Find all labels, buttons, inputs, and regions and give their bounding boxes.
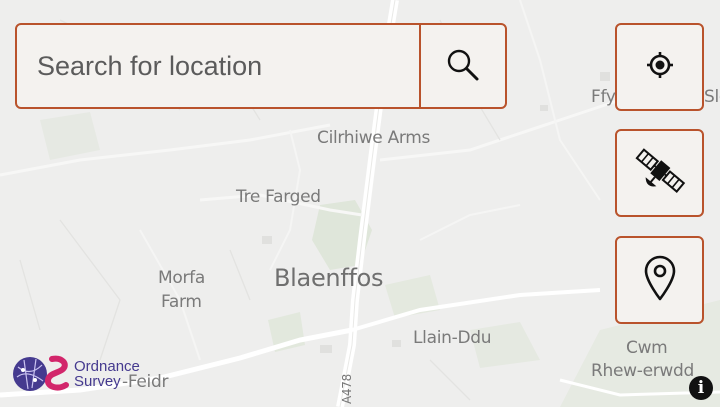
search-icon xyxy=(446,48,480,85)
search-input[interactable] xyxy=(17,25,419,107)
place-label: Rhew-erwdd xyxy=(591,361,695,381)
logo-text-survey: Survey xyxy=(74,373,121,390)
place-label: Tre Farged xyxy=(236,187,321,207)
info-button[interactable]: i xyxy=(689,376,713,400)
place-label: Farm xyxy=(161,292,202,312)
locate-icon xyxy=(645,50,675,84)
search-bar xyxy=(15,23,507,109)
place-label: Cwm xyxy=(626,338,668,358)
satellite-view-button[interactable] xyxy=(615,129,704,217)
road-label: A478 xyxy=(340,374,354,404)
search-button[interactable] xyxy=(419,25,505,107)
place-label: Sle xyxy=(704,87,720,107)
place-label: Cilrhiwe Arms xyxy=(317,128,431,148)
logo-text-ordnance: Ordnance xyxy=(74,358,140,375)
satellite-icon xyxy=(632,143,688,203)
place-label-town: Blaenffos xyxy=(274,264,384,292)
place-label: Ffy xyxy=(591,87,616,107)
drop-pin-button[interactable] xyxy=(615,236,704,324)
place-label: Llain-Ddu xyxy=(413,328,492,348)
os-logo-icon xyxy=(13,355,69,391)
ordnance-survey-logo: Ordnance Survey xyxy=(12,355,140,393)
info-icon: i xyxy=(697,378,705,398)
map-pin-icon xyxy=(642,254,678,306)
locate-me-button[interactable] xyxy=(615,23,704,111)
place-label: Morfa xyxy=(158,268,205,288)
